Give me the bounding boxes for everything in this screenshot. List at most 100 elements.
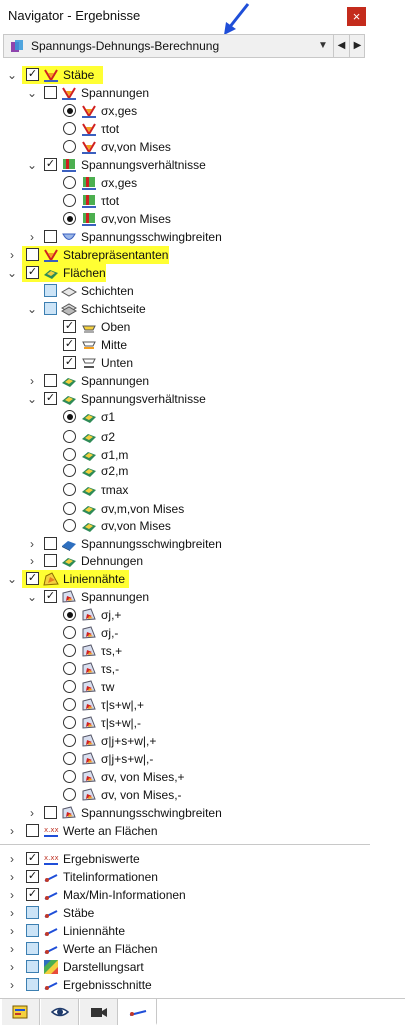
checkbox[interactable]	[26, 924, 39, 937]
radio-button[interactable]	[63, 608, 76, 621]
expand-toggle[interactable]: ⌄	[5, 571, 19, 587]
checkbox[interactable]: ✓	[26, 266, 39, 279]
tree-node-sv-sx-ges[interactable]: σx,ges	[0, 174, 370, 192]
result-type-combobox[interactable]: Spannungs-Dehnungs-Berechnung ▼ ◀ ▶	[3, 34, 365, 58]
checkbox[interactable]	[44, 230, 57, 243]
expand-toggle[interactable]: ›	[5, 887, 19, 903]
expand-toggle[interactable]: ›	[5, 923, 19, 939]
radio-button[interactable]	[63, 176, 76, 189]
tree-node-flaechen[interactable]: ⌄ ✓ Flächen	[0, 264, 370, 282]
expand-toggle[interactable]: ›	[5, 869, 19, 885]
tree-node-fl-spannungen[interactable]: › Spannungen	[0, 372, 370, 390]
checkbox[interactable]	[44, 537, 57, 550]
expand-toggle[interactable]: ›	[5, 977, 19, 993]
expand-toggle[interactable]: ›	[25, 805, 39, 821]
previous-button[interactable]: ◀	[333, 35, 349, 57]
tree-node-werte-an-flaechen-2[interactable]: › Werte an Flächen	[0, 940, 370, 958]
radio-button[interactable]	[63, 483, 76, 496]
radio-button[interactable]	[63, 122, 76, 135]
tree-node-staebe-spannungen[interactable]: ⌄ Spannungen	[0, 84, 370, 102]
radio-button[interactable]	[63, 698, 76, 711]
expand-toggle[interactable]: ⌄	[25, 301, 39, 317]
checkbox[interactable]	[44, 374, 57, 387]
close-button[interactable]: ×	[347, 7, 366, 26]
tree-node-t-tot[interactable]: τtot	[0, 120, 370, 138]
tree-node-titelinformationen[interactable]: › ✓ Titelinformationen	[0, 868, 370, 886]
checkbox[interactable]: ✓	[26, 68, 39, 81]
expand-toggle[interactable]: ›	[5, 823, 19, 839]
tree-node-mitte[interactable]: ✓ Mitte	[0, 336, 370, 354]
tree-node-oben[interactable]: ✓ Oben	[0, 318, 370, 336]
tree-node-fl-sv[interactable]: ⌄ ✓ Spannungsverhältnisse	[0, 390, 370, 408]
expand-toggle[interactable]: ›	[5, 851, 19, 867]
expand-toggle[interactable]: ⌄	[5, 67, 19, 83]
checkbox[interactable]	[44, 86, 57, 99]
checkbox[interactable]: ✓	[63, 338, 76, 351]
radio-button[interactable]	[63, 788, 76, 801]
tree-node-ln-ssb[interactable]: › Spannungsschwingbreiten	[0, 804, 370, 822]
radio-button[interactable]	[63, 104, 76, 117]
tab-data[interactable]	[2, 999, 40, 1025]
checkbox[interactable]: ✓	[26, 852, 39, 865]
radio-button[interactable]	[63, 680, 76, 693]
tree-node-sv-t-tot[interactable]: τtot	[0, 192, 370, 210]
checkbox[interactable]	[26, 906, 39, 919]
tree-node-staebe-sv[interactable]: ⌄ ✓ Spannungsverhältnisse	[0, 156, 370, 174]
expand-toggle[interactable]: ›	[25, 373, 39, 389]
tab-views[interactable]	[80, 999, 118, 1025]
checkbox[interactable]: ✓	[26, 572, 39, 585]
tree-node-ln-tsw-minus[interactable]: τ|s+w|,-	[0, 714, 370, 732]
radio-button[interactable]	[63, 626, 76, 639]
tree-node-stabrepraesentanten[interactable]: › Stabrepräsentanten	[0, 246, 370, 264]
tree-node-sv-mises[interactable]: σv,von Mises	[0, 138, 370, 156]
expand-toggle[interactable]: ›	[25, 536, 39, 552]
expand-toggle[interactable]: ⌄	[5, 265, 19, 281]
tree-node-schichtseite[interactable]: ⌄ Schichtseite	[0, 300, 370, 318]
radio-button[interactable]	[63, 644, 76, 657]
checkbox[interactable]	[26, 942, 39, 955]
expand-toggle[interactable]: ›	[5, 941, 19, 957]
expand-toggle[interactable]: ›	[25, 229, 39, 245]
tree-node-fl-ssb[interactable]: › Spannungsschwingbreiten	[0, 535, 370, 553]
tree-node-ln-sj-plus[interactable]: σj,+	[0, 606, 370, 624]
tree-node-staebe-2[interactable]: › Stäbe	[0, 904, 370, 922]
tree-node-ln-tsw-plus[interactable]: τ|s+w|,+	[0, 696, 370, 714]
tree-node-fl-s1[interactable]: σ1	[0, 408, 370, 426]
checkbox[interactable]	[44, 302, 57, 315]
tree-node-ergebniswerte[interactable]: › ✓ Ergebniswerte	[0, 850, 370, 868]
tree-node-ln-spannungen[interactable]: ⌄ ✓ Spannungen	[0, 588, 370, 606]
expand-toggle[interactable]: ›	[5, 959, 19, 975]
radio-button[interactable]	[63, 734, 76, 747]
tree-node-ln-sv-mises-minus[interactable]: σv, von Mises,-	[0, 786, 370, 804]
radio-button[interactable]	[63, 770, 76, 783]
expand-toggle[interactable]: ⌄	[25, 85, 39, 101]
radio-button[interactable]	[63, 519, 76, 532]
expand-toggle[interactable]: ⌄	[25, 157, 39, 173]
checkbox[interactable]	[44, 806, 57, 819]
radio-button[interactable]	[63, 448, 76, 461]
tree-node-ln-ts-minus[interactable]: τs,-	[0, 660, 370, 678]
checkbox[interactable]	[26, 978, 39, 991]
checkbox[interactable]	[44, 554, 57, 567]
tree-node-fl-tmax[interactable]: τmax	[0, 481, 370, 499]
tree-node-maxmin[interactable]: › ✓ Max/Min-Informationen	[0, 886, 370, 904]
checkbox[interactable]	[26, 824, 39, 837]
tree-node-sv-sv-mises[interactable]: σv,von Mises	[0, 210, 370, 228]
tree-node-staebe-ssb[interactable]: › Spannungsschwingbreiten	[0, 228, 370, 246]
expand-toggle[interactable]: ›	[25, 553, 39, 569]
tree-node-ln-ts-plus[interactable]: τs,+	[0, 642, 370, 660]
checkbox[interactable]	[26, 248, 39, 261]
radio-button[interactable]	[63, 140, 76, 153]
tree-node-fl-s2[interactable]: σ2	[0, 428, 370, 446]
tree-node-schichten[interactable]: Schichten	[0, 282, 370, 300]
tree-node-darstellungsart[interactable]: › Darstellungsart	[0, 958, 370, 976]
tab-results[interactable]	[119, 999, 157, 1025]
radio-button[interactable]	[63, 662, 76, 675]
expand-toggle[interactable]: ›	[5, 905, 19, 921]
tree-node-ln-sv-mises-plus[interactable]: σv, von Mises,+	[0, 768, 370, 786]
radio-button[interactable]	[63, 194, 76, 207]
tree-node-ln-sjsw-plus[interactable]: σ|j+s+w|,+	[0, 732, 370, 750]
radio-button[interactable]	[63, 502, 76, 515]
checkbox[interactable]: ✓	[44, 392, 57, 405]
checkbox[interactable]: ✓	[63, 356, 76, 369]
